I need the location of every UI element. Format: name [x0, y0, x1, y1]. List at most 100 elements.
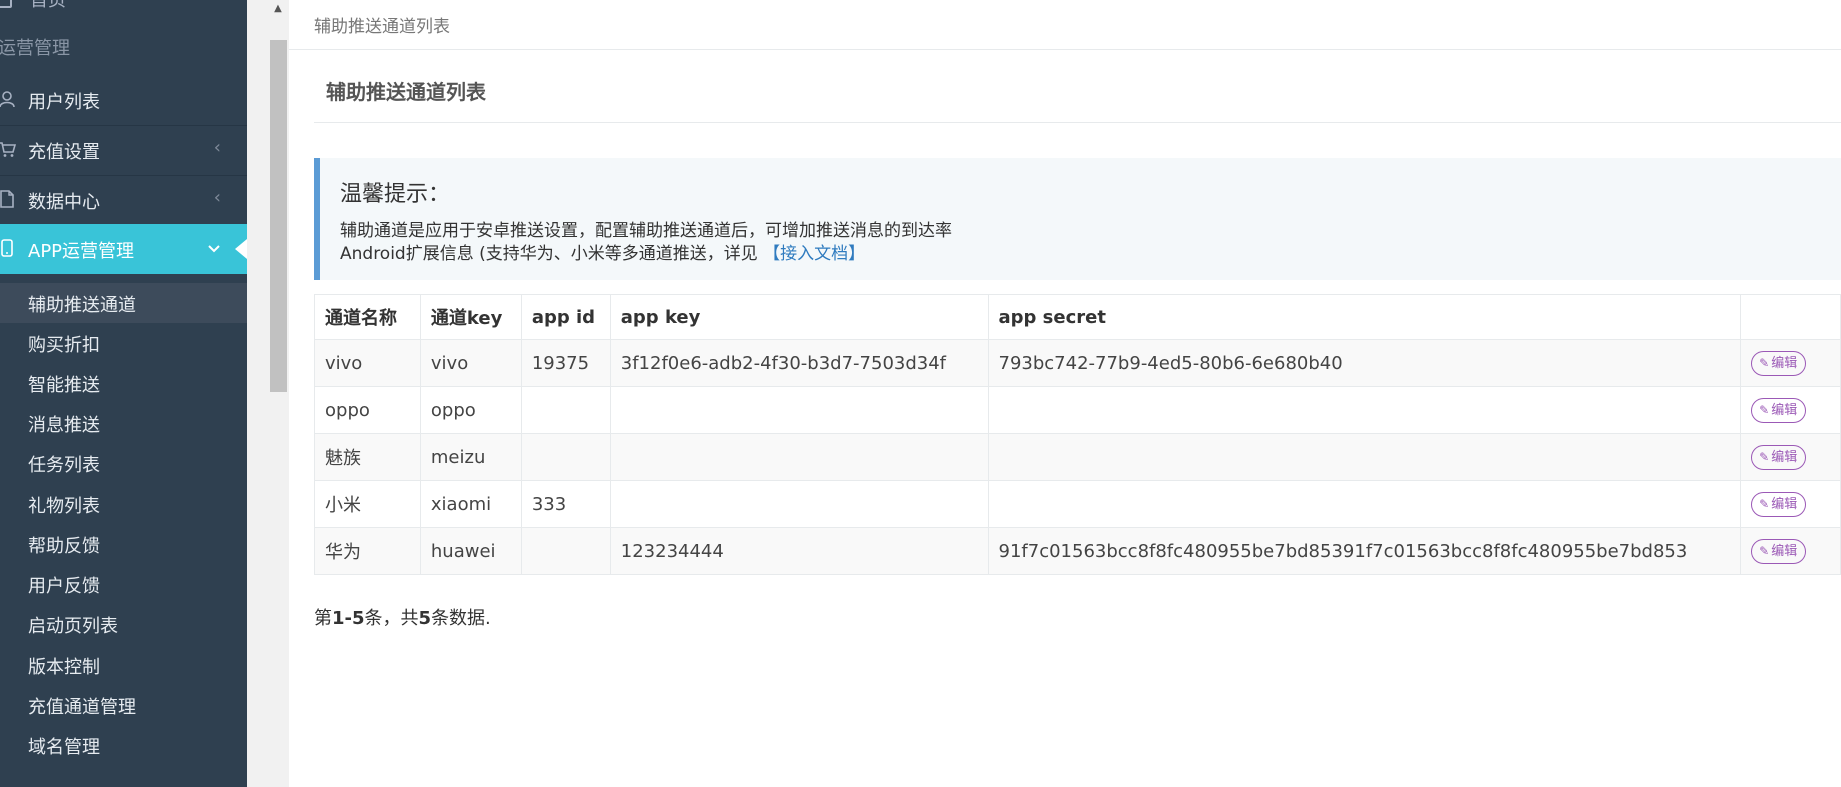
edit-icon: ✎: [1759, 543, 1770, 558]
column-header: 通道key: [419, 294, 522, 340]
chevron-left-icon: ‹: [213, 137, 221, 158]
sidebar-subitem-label: 版本控制: [28, 657, 100, 678]
table-row: vivo vivo 19375 3f12f0e6-adb2-4f30-b3d7-…: [314, 339, 1841, 387]
sidebar-subitem-domain-management[interactable]: 域名管理: [0, 725, 247, 765]
edit-icon: ✎: [1759, 402, 1770, 417]
sidebar-subitem-gift-list[interactable]: 礼物列表: [0, 484, 247, 524]
sidebar-subitem-help-feedback[interactable]: 帮助反馈: [0, 524, 247, 564]
cell-key: xiaomi: [419, 480, 522, 528]
edit-icon: ✎: [1759, 496, 1770, 511]
divider: [314, 122, 1841, 123]
edit-button[interactable]: ✎ 编辑: [1751, 397, 1807, 423]
sidebar-item-recharge-settings[interactable]: 充值设置 ‹: [0, 125, 247, 176]
sidebar-subitem-message-push[interactable]: 消息推送: [0, 403, 247, 443]
sidebar-subitem-splash-list[interactable]: 启动页列表: [0, 604, 247, 644]
page-title: 辅助推送通道列表: [326, 80, 486, 104]
sidebar-item-label: 用户列表: [28, 92, 100, 113]
notice-callout: 温馨提示： 辅助通道是应用于安卓推送设置，配置辅助推送通道后，可增加推送消息的到…: [314, 158, 1841, 280]
sidebar-subitem-label: 域名管理: [28, 737, 100, 758]
sidebar-subitem-label: 启动页列表: [28, 616, 118, 637]
breadcrumb: 辅助推送通道列表: [314, 17, 450, 37]
cell-app-key: [609, 433, 989, 481]
sidebar-subitem-task-list[interactable]: 任务列表: [0, 443, 247, 483]
chevron-down-icon: [207, 236, 221, 261]
active-indicator: [235, 239, 247, 259]
pagination-summary: 第1-5条，共5条数据.: [314, 604, 491, 630]
sidebar-subitem-label: 帮助反馈: [28, 536, 100, 557]
docs-link[interactable]: 【接入文档】: [763, 244, 865, 264]
cell-name: oppo: [314, 386, 421, 434]
table-header-row: 通道名称 通道key app id app key app secret: [314, 294, 1841, 340]
sidebar-subitem-purchase-discount[interactable]: 购买折扣: [0, 323, 247, 363]
table-row: 魅族 meizu ✎ 编辑: [314, 433, 1841, 481]
cell-key: oppo: [419, 386, 522, 434]
sidebar-subitem-recharge-channel[interactable]: 充值通道管理: [0, 685, 247, 725]
sidebar-subitem-user-feedback[interactable]: 用户反馈: [0, 564, 247, 604]
mobile-icon: [1, 239, 13, 257]
scroll-up-arrow-icon[interactable]: ▲: [271, 2, 285, 16]
edit-button[interactable]: ✎ 编辑: [1751, 350, 1807, 376]
sidebar-section-label: 运营管理: [0, 38, 70, 59]
sidebar-subitem-label: 购买折扣: [28, 335, 100, 356]
edit-button[interactable]: ✎ 编辑: [1751, 491, 1807, 517]
sidebar-subitem-label: 消息推送: [28, 415, 100, 436]
table-row: 华为 huawei 123234444 91f7c01563bcc8f8fc48…: [314, 527, 1841, 575]
cart-icon: [0, 142, 16, 157]
edit-button-label: 编辑: [1771, 402, 1798, 418]
cell-actions: ✎ 编辑: [1740, 386, 1841, 434]
notice-title: 温馨提示：: [340, 182, 451, 207]
cell-name: 华为: [314, 527, 421, 575]
scrollbar-thumb[interactable]: [270, 40, 287, 392]
edit-icon: ✎: [1759, 355, 1770, 370]
summary-total: 5: [418, 608, 432, 629]
summary-text: 条数据.: [431, 608, 491, 629]
summary-text: 第: [314, 608, 332, 629]
sidebar-subitem-label: 辅助推送通道: [28, 295, 136, 316]
cell-app-secret: [987, 480, 1742, 528]
sidebar-item-home[interactable]: 首页: [0, 0, 247, 14]
notice-text-prefix: Android扩展信息 (支持华为、小米等多通道推送，详见: [340, 244, 758, 264]
cell-app-secret: [987, 386, 1742, 434]
main-content: 辅助推送通道列表 辅助推送通道列表 温馨提示： 辅助通道是应用于安卓推送设置，配…: [289, 0, 1841, 787]
sidebar-item-users[interactable]: 用户列表: [0, 75, 247, 126]
channel-table: 通道名称 通道key app id app key app secret viv…: [314, 294, 1841, 575]
home-icon: [0, 0, 12, 8]
cell-key: meizu: [419, 433, 522, 481]
sidebar-subitem-smart-push[interactable]: 智能推送: [0, 363, 247, 403]
column-header: 通道名称: [314, 294, 421, 340]
summary-range: 1-5: [332, 608, 365, 629]
sidebar-subitem-label: 智能推送: [28, 375, 100, 396]
table-row: 小米 xiaomi 333 ✎ 编辑: [314, 480, 1841, 528]
cell-app-key: 123234444: [609, 527, 989, 575]
sidebar-item-label: 充值设置: [28, 142, 100, 163]
edit-icon: ✎: [1759, 449, 1770, 464]
column-header: app id: [520, 294, 611, 340]
column-header: [1740, 294, 1841, 340]
cell-app-id: [520, 527, 611, 575]
file-icon: [0, 190, 14, 208]
sidebar-subitem-version-control[interactable]: 版本控制: [0, 645, 247, 685]
table-row: oppo oppo ✎ 编辑: [314, 386, 1841, 434]
edit-button[interactable]: ✎ 编辑: [1751, 444, 1807, 470]
cell-app-id: 333: [520, 480, 611, 528]
sidebar: 首页 运营管理 用户列表 充值设置 ‹ 数据中心 ‹ APP运营管理 辅助推送通…: [0, 0, 247, 787]
edit-button[interactable]: ✎ 编辑: [1751, 538, 1807, 564]
sidebar-item-data-center[interactable]: 数据中心 ‹: [0, 175, 247, 226]
sidebar-subitem-aux-push-channel[interactable]: 辅助推送通道: [0, 283, 247, 323]
cell-app-secret: [987, 433, 1742, 481]
cell-app-secret: 91f7c01563bcc8f8fc480955be7bd85391f7c015…: [987, 527, 1742, 575]
notice-text: 辅助通道是应用于安卓推送设置，配置辅助推送通道后，可增加推送消息的到达率: [340, 221, 952, 241]
edit-button-label: 编辑: [1771, 496, 1798, 512]
sidebar-item-app-ops[interactable]: APP运营管理: [0, 224, 247, 274]
cell-actions: ✎ 编辑: [1740, 433, 1841, 481]
sidebar-subitem-label: 用户反馈: [28, 576, 100, 597]
sidebar-item-label: 首页: [30, 0, 66, 11]
chevron-left-icon: ‹: [213, 187, 221, 208]
cell-name: 小米: [314, 480, 421, 528]
edit-button-label: 编辑: [1771, 355, 1798, 371]
notice-text: Android扩展信息 (支持华为、小米等多通道推送，详见 【接入文档】: [340, 239, 865, 264]
edit-button-label: 编辑: [1771, 543, 1798, 559]
sidebar-subitem-label: 礼物列表: [28, 496, 100, 517]
cell-key: vivo: [419, 339, 522, 387]
cell-actions: ✎ 编辑: [1740, 480, 1841, 528]
